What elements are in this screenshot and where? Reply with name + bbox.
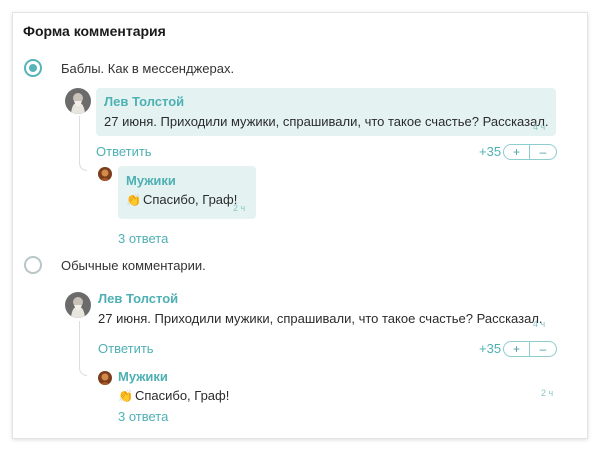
- tolstoy-avatar-icon: [65, 88, 91, 114]
- answers-link[interactable]: 3 ответа: [118, 231, 168, 246]
- reply-avatar: [98, 371, 112, 385]
- peasant-avatar-icon: [98, 371, 112, 385]
- comment-text: 27 июня. Приходили мужики, спрашивали, ч…: [98, 311, 543, 326]
- author-avatar: [65, 88, 91, 114]
- comment-score: +35: [479, 144, 502, 159]
- radio-bubbles[interactable]: [24, 59, 42, 77]
- comment-time: 4 ч: [533, 319, 546, 329]
- reply-time: 2 ч: [541, 388, 554, 398]
- upvote-button[interactable]: +: [503, 144, 530, 160]
- comment-form-card: Форма комментария Баблы. Как в мессендже…: [12, 12, 588, 439]
- downvote-button[interactable]: –: [530, 341, 557, 357]
- reply-link[interactable]: Ответить: [96, 144, 152, 159]
- author-avatar: [65, 292, 91, 318]
- comment-author[interactable]: Лев Толстой: [98, 291, 178, 306]
- reply-link[interactable]: Ответить: [98, 341, 154, 356]
- clapping-hands-icon: 👏: [118, 389, 133, 403]
- comment-time: 4 ч: [533, 122, 546, 132]
- comment-score: +35: [479, 341, 502, 356]
- clapping-hands-icon: 👏: [126, 193, 141, 207]
- peasant-avatar-icon: [98, 167, 112, 181]
- upvote-button[interactable]: +: [503, 341, 530, 357]
- option-label-bubbles: Баблы. Как в мессенджерах.: [61, 61, 235, 76]
- reply-text: 👏 Спасибо, Граф!: [118, 388, 229, 403]
- answers-link[interactable]: 3 ответа: [118, 409, 168, 424]
- reply-text: 👏 Спасибо, Граф!: [126, 192, 237, 207]
- thread-line: [79, 321, 87, 376]
- thread-line: [79, 116, 87, 171]
- reply-text-content: Спасибо, Граф!: [142, 192, 238, 207]
- reply-text-content: Спасибо, Граф!: [134, 388, 230, 403]
- option-label-plain: Обычные комментарии.: [61, 258, 206, 273]
- reply-author[interactable]: Мужики: [126, 173, 176, 188]
- tolstoy-avatar-icon: [65, 292, 91, 318]
- comment-text: 27 июня. Приходили мужики, спрашивали, ч…: [104, 114, 549, 129]
- downvote-button[interactable]: –: [530, 144, 557, 160]
- radio-plain[interactable]: [24, 256, 42, 274]
- form-title: Форма комментария: [23, 23, 166, 39]
- reply-author[interactable]: Мужики: [118, 369, 168, 384]
- comment-author[interactable]: Лев Толстой: [104, 94, 184, 109]
- reply-time: 2 ч: [233, 203, 246, 213]
- reply-avatar: [98, 167, 112, 181]
